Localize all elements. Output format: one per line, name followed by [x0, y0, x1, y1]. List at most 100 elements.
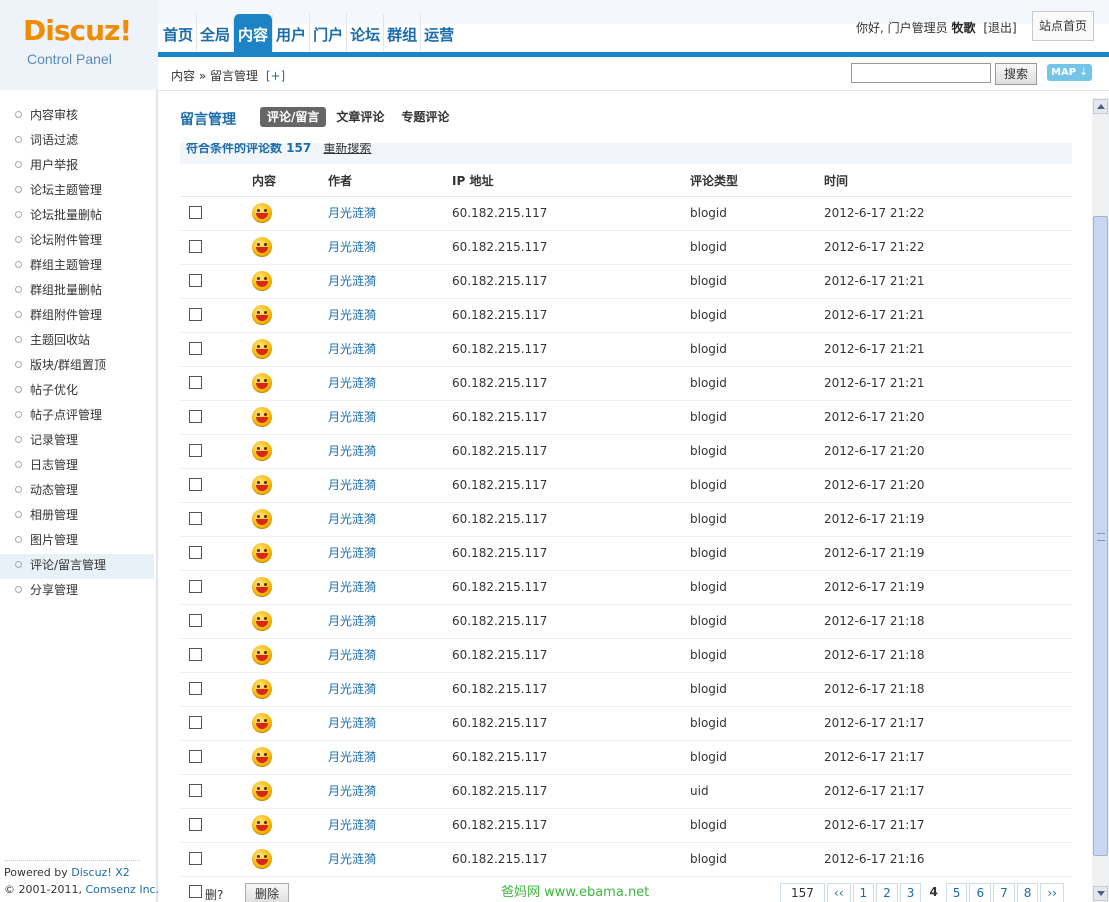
sidebar-item-5[interactable]: 论坛附件管理 [0, 229, 154, 254]
nav-item-2[interactable]: 内容 [233, 14, 273, 52]
row-author[interactable]: 月光涟漪 [328, 401, 376, 434]
sidebar-item-16[interactable]: 相册管理 [0, 504, 154, 529]
row-author[interactable]: 月光涟漪 [328, 639, 376, 672]
row-checkbox[interactable] [189, 197, 202, 230]
row-checkbox[interactable] [189, 843, 202, 876]
sidebar-item-17[interactable]: 图片管理 [0, 529, 154, 554]
sidebar-item-6[interactable]: 群组主题管理 [0, 254, 154, 279]
row-author[interactable]: 月光涟漪 [328, 197, 376, 230]
row-checkbox[interactable] [189, 231, 202, 264]
sidebar-item-11[interactable]: 帖子优化 [0, 379, 154, 404]
row-checkbox[interactable] [189, 265, 202, 298]
row-author[interactable]: 月光涟漪 [328, 503, 376, 536]
logo[interactable]: Discuz! Control Panel [0, 0, 158, 90]
delete-button[interactable]: 删除 [245, 883, 289, 902]
row-checkbox[interactable] [189, 707, 202, 740]
row-author[interactable]: 月光涟漪 [328, 673, 376, 706]
pager-item[interactable]: 1 [852, 883, 875, 902]
sidebar-item-15[interactable]: 动态管理 [0, 479, 154, 504]
row-author[interactable]: 月光涟漪 [328, 469, 376, 502]
scroll-down-arrow-icon[interactable] [1093, 886, 1108, 901]
sidebar-item-18[interactable]: 评论/留言管理 [0, 554, 154, 579]
row-checkbox[interactable] [189, 571, 202, 604]
row-author[interactable]: 月光涟漪 [328, 843, 376, 876]
comsenz-link[interactable]: Comsenz Inc. [85, 883, 159, 896]
row-author[interactable]: 月光涟漪 [328, 435, 376, 468]
row-checkbox[interactable] [189, 367, 202, 400]
select-all-checkbox[interactable] [189, 885, 202, 898]
checkbox[interactable] [189, 376, 202, 389]
sidebar-item-7[interactable]: 群组批量删帖 [0, 279, 154, 304]
pager-item[interactable]: 2 [876, 883, 898, 902]
sidebar-item-0[interactable]: 内容审核 [0, 104, 154, 129]
checkbox[interactable] [189, 784, 202, 797]
row-checkbox[interactable] [189, 401, 202, 434]
checkbox[interactable] [189, 648, 202, 661]
checkbox[interactable] [189, 716, 202, 729]
row-author[interactable]: 月光涟漪 [328, 537, 376, 570]
checkbox[interactable] [189, 512, 202, 525]
tab-1[interactable]: 文章评论 [329, 107, 391, 127]
row-checkbox[interactable] [189, 537, 202, 570]
checkbox[interactable] [189, 818, 202, 831]
sidebar-item-14[interactable]: 日志管理 [0, 454, 154, 479]
sidebar-item-1[interactable]: 词语过滤 [0, 129, 154, 154]
checkbox[interactable] [189, 206, 202, 219]
nav-item-5[interactable]: 论坛 [346, 14, 383, 52]
checkbox[interactable] [189, 682, 202, 695]
row-checkbox[interactable] [189, 605, 202, 638]
checkbox[interactable] [189, 240, 202, 253]
checkbox[interactable] [189, 308, 202, 321]
pager-item[interactable]: 4 [923, 883, 944, 901]
row-author[interactable]: 月光涟漪 [328, 741, 376, 774]
scrollbar[interactable] [1092, 98, 1109, 902]
checkbox[interactable] [189, 274, 202, 287]
row-checkbox[interactable] [189, 333, 202, 366]
search-input[interactable] [851, 63, 991, 83]
map-button[interactable]: MAP ⇣ [1047, 64, 1092, 81]
site-home-button[interactable]: 站点首页 [1032, 11, 1094, 41]
checkbox[interactable] [189, 410, 202, 423]
row-checkbox[interactable] [189, 435, 202, 468]
pager-item[interactable]: 7 [993, 883, 1015, 902]
nav-item-7[interactable]: 运营 [420, 14, 457, 52]
scroll-up-arrow-icon[interactable] [1093, 99, 1108, 114]
pager-item[interactable]: ›› [1040, 883, 1064, 902]
row-checkbox[interactable] [189, 809, 202, 842]
add-shortcut-link[interactable]: [+] [266, 69, 285, 83]
tab-2[interactable]: 专题评论 [394, 107, 456, 127]
nav-item-6[interactable]: 群组 [383, 14, 420, 52]
row-author[interactable]: 月光涟漪 [328, 605, 376, 638]
checkbox[interactable] [189, 546, 202, 559]
row-author[interactable]: 月光涟漪 [328, 299, 376, 332]
checkbox[interactable] [189, 444, 202, 457]
checkbox[interactable] [189, 478, 202, 491]
sidebar-item-13[interactable]: 记录管理 [0, 429, 154, 454]
row-checkbox[interactable] [189, 741, 202, 774]
discuz-link[interactable]: Discuz! X2 [71, 866, 130, 879]
pager-item[interactable]: 8 [1016, 883, 1039, 902]
sidebar-item-19[interactable]: 分享管理 [0, 579, 154, 604]
sidebar-item-10[interactable]: 版块/群组置顶 [0, 354, 154, 379]
row-author[interactable]: 月光涟漪 [328, 333, 376, 366]
row-checkbox[interactable] [189, 299, 202, 332]
sidebar-item-4[interactable]: 论坛批量删帖 [0, 204, 154, 229]
nav-item-0[interactable]: 首页 [160, 14, 196, 52]
sidebar-item-9[interactable]: 主题回收站 [0, 329, 154, 354]
row-checkbox[interactable] [189, 639, 202, 672]
row-checkbox[interactable] [189, 503, 202, 536]
sidebar-item-3[interactable]: 论坛主题管理 [0, 179, 154, 204]
checkbox[interactable] [189, 614, 202, 627]
checkbox[interactable] [189, 580, 202, 593]
checkbox[interactable] [189, 342, 202, 355]
sidebar-item-2[interactable]: 用户举报 [0, 154, 154, 179]
checkbox[interactable] [189, 750, 202, 763]
row-checkbox[interactable] [189, 775, 202, 808]
row-author[interactable]: 月光涟漪 [328, 231, 376, 264]
nav-item-3[interactable]: 用户 [272, 14, 309, 52]
row-checkbox[interactable] [189, 673, 202, 706]
row-author[interactable]: 月光涟漪 [328, 809, 376, 842]
row-author[interactable]: 月光涟漪 [328, 775, 376, 808]
scrollbar-thumb[interactable] [1093, 216, 1108, 856]
sidebar-item-8[interactable]: 群组附件管理 [0, 304, 154, 329]
